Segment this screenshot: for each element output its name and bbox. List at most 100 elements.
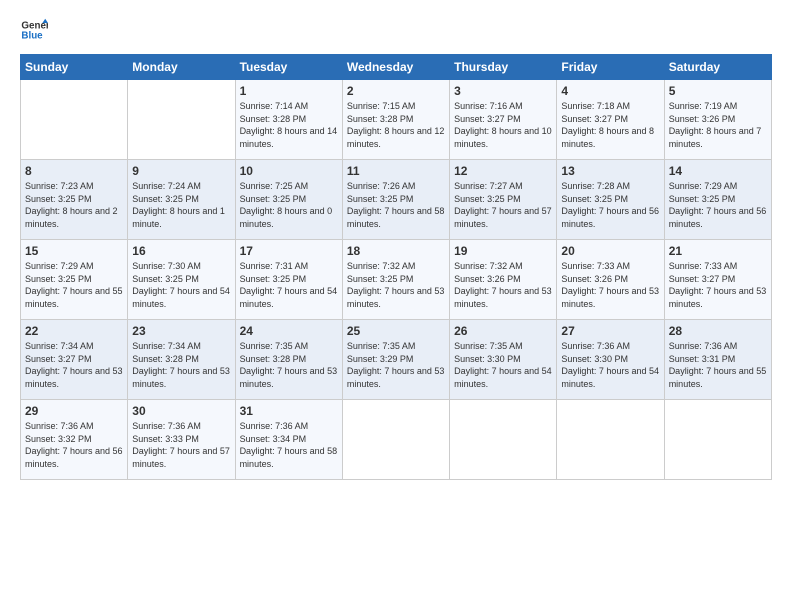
day-info: Sunrise: 7:35 AMSunset: 3:28 PMDaylight:… — [240, 340, 338, 390]
calendar-cell: 21 Sunrise: 7:33 AMSunset: 3:27 PMDayligh… — [664, 240, 771, 320]
day-number: 11 — [347, 164, 445, 178]
day-info: Sunrise: 7:29 AMSunset: 3:25 PMDaylight:… — [669, 180, 767, 230]
calendar-week-row: 22 Sunrise: 7:34 AMSunset: 3:27 PMDayligh… — [21, 320, 772, 400]
day-number: 8 — [25, 164, 123, 178]
logo-icon: General Blue — [20, 16, 48, 44]
calendar-cell: 11 Sunrise: 7:26 AMSunset: 3:25 PMDayligh… — [342, 160, 449, 240]
day-info: Sunrise: 7:27 AMSunset: 3:25 PMDaylight:… — [454, 180, 552, 230]
day-number: 25 — [347, 324, 445, 338]
calendar-cell: 5 Sunrise: 7:19 AMSunset: 3:26 PMDaylight… — [664, 80, 771, 160]
calendar-cell: 19 Sunrise: 7:32 AMSunset: 3:26 PMDayligh… — [450, 240, 557, 320]
calendar-cell: 16Sunrise: 7:30 AMSunset: 3:25 PMDayligh… — [128, 240, 235, 320]
calendar-cell: 2 Sunrise: 7:15 AMSunset: 3:28 PMDaylight… — [342, 80, 449, 160]
day-number: 12 — [454, 164, 552, 178]
calendar-cell: 30 Sunrise: 7:36 AMSunset: 3:33 PMDayligh… — [128, 400, 235, 480]
day-info: Sunrise: 7:29 AMSunset: 3:25 PMDaylight:… — [25, 260, 123, 310]
day-number: 27 — [561, 324, 659, 338]
day-number: 9 — [132, 164, 230, 178]
calendar-cell: 9 Sunrise: 7:24 AMSunset: 3:25 PMDaylight… — [128, 160, 235, 240]
calendar-cell: 4 Sunrise: 7:18 AMSunset: 3:27 PMDaylight… — [557, 80, 664, 160]
calendar-cell: 26 Sunrise: 7:35 AMSunset: 3:30 PMDayligh… — [450, 320, 557, 400]
weekday-header: Monday — [128, 55, 235, 80]
day-number: 24 — [240, 324, 338, 338]
calendar-cell: 29 Sunrise: 7:36 AMSunset: 3:32 PMDayligh… — [21, 400, 128, 480]
day-info: Sunrise: 7:23 AMSunset: 3:25 PMDaylight:… — [25, 180, 123, 230]
day-number: 18 — [347, 244, 445, 258]
day-info: Sunrise: 7:36 AMSunset: 3:33 PMDaylight:… — [132, 420, 230, 470]
day-number: 31 — [240, 404, 338, 418]
day-number: 26 — [454, 324, 552, 338]
day-number: 15 — [25, 244, 123, 258]
calendar-cell: 20 Sunrise: 7:33 AMSunset: 3:26 PMDayligh… — [557, 240, 664, 320]
day-info: Sunrise: 7:19 AMSunset: 3:26 PMDaylight:… — [669, 100, 767, 150]
day-info: Sunrise: 7:32 AMSunset: 3:26 PMDaylight:… — [454, 260, 552, 310]
day-number: 10 — [240, 164, 338, 178]
calendar-cell — [21, 80, 128, 160]
weekday-header: Friday — [557, 55, 664, 80]
calendar-cell: 23Sunrise: 7:34 AMSunset: 3:28 PMDayligh… — [128, 320, 235, 400]
day-number: 4 — [561, 84, 659, 98]
day-info: Sunrise: 7:34 AMSunset: 3:27 PMDaylight:… — [25, 340, 123, 390]
day-number: 29 — [25, 404, 123, 418]
calendar-body: 1 Sunrise: 7:14 AMSunset: 3:28 PMDaylight… — [21, 80, 772, 480]
calendar-cell — [557, 400, 664, 480]
calendar-week-row: 1 Sunrise: 7:14 AMSunset: 3:28 PMDaylight… — [21, 80, 772, 160]
calendar-cell: 25 Sunrise: 7:35 AMSunset: 3:29 PMDayligh… — [342, 320, 449, 400]
day-info: Sunrise: 7:33 AMSunset: 3:26 PMDaylight:… — [561, 260, 659, 310]
calendar-cell: 10 Sunrise: 7:25 AMSunset: 3:25 PMDayligh… — [235, 160, 342, 240]
calendar-cell: 15 Sunrise: 7:29 AMSunset: 3:25 PMDayligh… — [21, 240, 128, 320]
weekday-header: Saturday — [664, 55, 771, 80]
day-info: Sunrise: 7:32 AMSunset: 3:25 PMDaylight:… — [347, 260, 445, 310]
weekday-header: Sunday — [21, 55, 128, 80]
day-number: 30 — [132, 404, 230, 418]
day-info: Sunrise: 7:25 AMSunset: 3:25 PMDaylight:… — [240, 180, 338, 230]
day-number: 17 — [240, 244, 338, 258]
day-info: Sunrise: 7:14 AMSunset: 3:28 PMDaylight:… — [240, 100, 338, 150]
svg-text:Blue: Blue — [21, 30, 43, 41]
day-number: 5 — [669, 84, 767, 98]
weekday-header: Wednesday — [342, 55, 449, 80]
weekday-header: Tuesday — [235, 55, 342, 80]
day-info: Sunrise: 7:18 AMSunset: 3:27 PMDaylight:… — [561, 100, 659, 150]
day-number: 2 — [347, 84, 445, 98]
day-info: Sunrise: 7:33 AMSunset: 3:27 PMDaylight:… — [669, 260, 767, 310]
day-info: Sunrise: 7:36 AMSunset: 3:31 PMDaylight:… — [669, 340, 767, 390]
day-number: 23 — [132, 324, 230, 338]
day-info: Sunrise: 7:15 AMSunset: 3:28 PMDaylight:… — [347, 100, 445, 150]
day-info: Sunrise: 7:31 AMSunset: 3:25 PMDaylight:… — [240, 260, 338, 310]
calendar-cell: 13 Sunrise: 7:28 AMSunset: 3:25 PMDayligh… — [557, 160, 664, 240]
day-info: Sunrise: 7:24 AMSunset: 3:25 PMDaylight:… — [132, 180, 230, 230]
header: General Blue — [20, 16, 772, 44]
calendar-cell: 8 Sunrise: 7:23 AMSunset: 3:25 PMDaylight… — [21, 160, 128, 240]
day-info: Sunrise: 7:36 AMSunset: 3:32 PMDaylight:… — [25, 420, 123, 470]
day-number: 21 — [669, 244, 767, 258]
calendar-cell — [342, 400, 449, 480]
calendar-cell — [450, 400, 557, 480]
calendar-cell: 22 Sunrise: 7:34 AMSunset: 3:27 PMDayligh… — [21, 320, 128, 400]
day-number: 19 — [454, 244, 552, 258]
calendar-cell — [128, 80, 235, 160]
day-info: Sunrise: 7:30 AMSunset: 3:25 PMDaylight:… — [132, 260, 230, 310]
day-info: Sunrise: 7:36 AMSunset: 3:34 PMDaylight:… — [240, 420, 338, 470]
day-number: 3 — [454, 84, 552, 98]
calendar-week-row: 8 Sunrise: 7:23 AMSunset: 3:25 PMDaylight… — [21, 160, 772, 240]
weekday-header: Thursday — [450, 55, 557, 80]
day-number: 22 — [25, 324, 123, 338]
day-info: Sunrise: 7:28 AMSunset: 3:25 PMDaylight:… — [561, 180, 659, 230]
calendar-cell — [664, 400, 771, 480]
day-info: Sunrise: 7:26 AMSunset: 3:25 PMDaylight:… — [347, 180, 445, 230]
day-number: 13 — [561, 164, 659, 178]
day-info: Sunrise: 7:35 AMSunset: 3:30 PMDaylight:… — [454, 340, 552, 390]
calendar-cell: 18 Sunrise: 7:32 AMSunset: 3:25 PMDayligh… — [342, 240, 449, 320]
day-number: 20 — [561, 244, 659, 258]
day-number: 28 — [669, 324, 767, 338]
calendar-cell: 24 Sunrise: 7:35 AMSunset: 3:28 PMDayligh… — [235, 320, 342, 400]
calendar-table: SundayMondayTuesdayWednesdayThursdayFrid… — [20, 54, 772, 480]
page: General Blue SundayMondayTuesdayWednesda… — [0, 0, 792, 612]
calendar-cell: 12 Sunrise: 7:27 AMSunset: 3:25 PMDayligh… — [450, 160, 557, 240]
day-info: Sunrise: 7:35 AMSunset: 3:29 PMDaylight:… — [347, 340, 445, 390]
calendar-cell: 27 Sunrise: 7:36 AMSunset: 3:30 PMDayligh… — [557, 320, 664, 400]
calendar-week-row: 29 Sunrise: 7:36 AMSunset: 3:32 PMDayligh… — [21, 400, 772, 480]
day-info: Sunrise: 7:36 AMSunset: 3:30 PMDaylight:… — [561, 340, 659, 390]
day-number: 1 — [240, 84, 338, 98]
